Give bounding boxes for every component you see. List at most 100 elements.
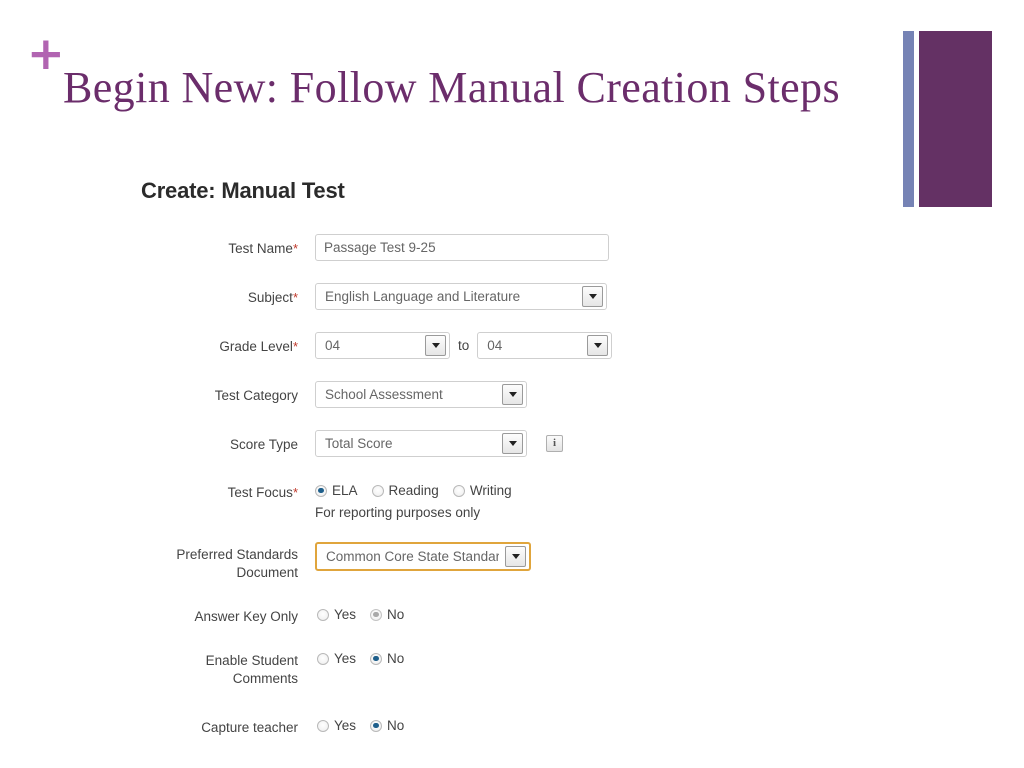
label-test-focus-text: Test Focus [227, 485, 293, 500]
preferred-standards-select[interactable]: Common Core State Standar [315, 542, 531, 571]
score-type-select[interactable]: Total Score [315, 430, 527, 457]
label-test-category-text: Test Category [214, 388, 298, 403]
answer-key-only-option-yes[interactable]: Yes [317, 607, 356, 622]
form-row-grade-level: Grade Level* 04 to 04 [0, 332, 900, 359]
test-category-selected-value: School Assessment [325, 387, 443, 402]
label-preferred-standards-line2: Document [236, 565, 298, 580]
radio-dot[interactable] [371, 484, 384, 497]
label-capture-teacher-text: Capture teacher [201, 720, 298, 735]
label-test-name-text: Test Name [228, 241, 293, 256]
radio-dot[interactable] [317, 608, 329, 621]
chevron-down-icon[interactable] [505, 546, 526, 567]
create-manual-test-form: Create: Manual Test Test Name* Passage T… [0, 178, 900, 736]
enable-student-comments-option-yes-label: Yes [334, 651, 357, 666]
chevron-down-icon[interactable] [425, 335, 446, 356]
form-row-enable-student-comments: Enable Student Comments Yes No [0, 651, 900, 688]
radio-dot[interactable] [315, 484, 327, 497]
info-icon[interactable]: i [546, 435, 563, 452]
decorative-blue-bar [903, 31, 914, 207]
form-row-subject: Subject* English Language and Literature [0, 283, 900, 310]
field-test-focus: ELA Reading Writing For reporting purpos… [315, 483, 715, 520]
radio-dot[interactable] [452, 484, 465, 497]
capture-teacher-option-no[interactable]: No [370, 718, 404, 733]
form-row-answer-key-only: Answer Key Only Yes No [0, 607, 900, 625]
field-capture-teacher: Yes No [317, 718, 418, 733]
enable-student-comments-option-yes[interactable]: Yes [317, 651, 356, 666]
test-focus-radio-group: ELA Reading Writing [315, 483, 526, 498]
test-focus-option-ela[interactable]: ELA [315, 483, 358, 498]
capture-teacher-radio-group: Yes No [317, 718, 418, 733]
form-heading: Create: Manual Test [141, 178, 345, 203]
answer-key-only-option-no[interactable]: No [370, 607, 404, 622]
test-focus-option-writing[interactable]: Writing [452, 483, 512, 498]
form-row-score-type: Score Type Total Score i [0, 430, 900, 457]
radio-dot[interactable] [317, 719, 329, 732]
grade-level-from-value: 04 [325, 338, 341, 353]
label-preferred-standards-line1: Preferred Standards [176, 547, 298, 562]
enable-student-comments-option-no-label: No [387, 651, 405, 666]
test-focus-option-ela-label: ELA [332, 483, 358, 498]
grade-level-from-select[interactable]: 04 [315, 332, 450, 359]
field-score-type: Total Score i [315, 430, 563, 457]
label-preferred-standards: Preferred Standards Document [0, 542, 298, 582]
required-marker: * [292, 290, 298, 305]
label-subject: Subject* [0, 283, 298, 306]
field-test-category: School Assessment [315, 381, 527, 408]
label-enable-student-comments: Enable Student Comments [0, 651, 298, 688]
test-category-select[interactable]: School Assessment [315, 381, 527, 408]
plus-icon: + [27, 27, 65, 80]
chevron-down-icon[interactable] [502, 384, 523, 405]
radio-dot[interactable] [317, 652, 329, 665]
answer-key-only-radio-group: Yes No [317, 607, 418, 622]
label-test-focus: Test Focus* [0, 483, 298, 501]
form-row-test-category: Test Category School Assessment [0, 381, 900, 408]
label-capture-teacher: Capture teacher [0, 718, 298, 736]
radio-dot[interactable] [370, 608, 383, 621]
field-preferred-standards: Common Core State Standar [315, 542, 531, 571]
required-marker: * [292, 339, 298, 354]
enable-student-comments-radio-group: Yes No [317, 651, 418, 666]
score-type-selected-value: Total Score [325, 436, 393, 451]
grade-level-to-value: 04 [487, 338, 503, 353]
test-name-input[interactable]: Passage Test 9-25 [315, 234, 609, 261]
form-row-capture-teacher: Capture teacher Yes No [0, 718, 900, 736]
test-focus-option-writing-label: Writing [469, 483, 512, 498]
field-subject: English Language and Literature [315, 283, 607, 310]
required-marker: * [292, 241, 298, 256]
form-row-preferred-standards: Preferred Standards Document Common Core… [0, 542, 900, 582]
subject-selected-value: English Language and Literature [325, 289, 521, 304]
test-focus-option-reading-label: Reading [388, 483, 439, 498]
capture-teacher-option-yes-label: Yes [334, 718, 357, 733]
label-test-name: Test Name* [0, 234, 298, 257]
slide-title: Begin New: Follow Manual Creation Steps [63, 63, 840, 112]
label-score-type-text: Score Type [229, 437, 298, 452]
answer-key-only-option-yes-label: Yes [334, 607, 357, 622]
preferred-standards-selected-value: Common Core State Standar [326, 549, 499, 564]
capture-teacher-option-no-label: No [387, 718, 405, 733]
label-grade-level-text: Grade Level [219, 339, 293, 354]
field-test-name: Passage Test 9-25 [315, 234, 609, 261]
label-answer-key-only-text: Answer Key Only [194, 609, 298, 624]
enable-student-comments-option-no[interactable]: No [370, 651, 404, 666]
chevron-down-icon[interactable] [502, 433, 523, 454]
label-answer-key-only: Answer Key Only [0, 607, 298, 625]
label-enable-student-comments-line2: Comments [232, 671, 298, 686]
test-focus-helper-text: For reporting purposes only [315, 505, 481, 520]
test-focus-option-reading[interactable]: Reading [371, 483, 439, 498]
subject-select[interactable]: English Language and Literature [315, 283, 607, 310]
label-subject-text: Subject [247, 290, 293, 305]
answer-key-only-option-no-label: No [387, 607, 405, 622]
radio-dot[interactable] [370, 652, 383, 665]
label-grade-level: Grade Level* [0, 332, 298, 355]
label-score-type: Score Type [0, 430, 298, 453]
grade-level-to-select[interactable]: 04 [477, 332, 613, 359]
field-grade-level: 04 to 04 [315, 332, 613, 359]
field-answer-key-only: Yes No [317, 607, 418, 622]
required-marker: * [292, 485, 298, 500]
grade-level-to-word: to [458, 338, 470, 353]
chevron-down-icon[interactable] [582, 286, 603, 307]
radio-dot[interactable] [370, 719, 383, 732]
form-row-test-focus: Test Focus* ELA Reading Writing For repo… [0, 483, 900, 520]
chevron-down-icon[interactable] [587, 335, 609, 356]
capture-teacher-option-yes[interactable]: Yes [317, 718, 356, 733]
